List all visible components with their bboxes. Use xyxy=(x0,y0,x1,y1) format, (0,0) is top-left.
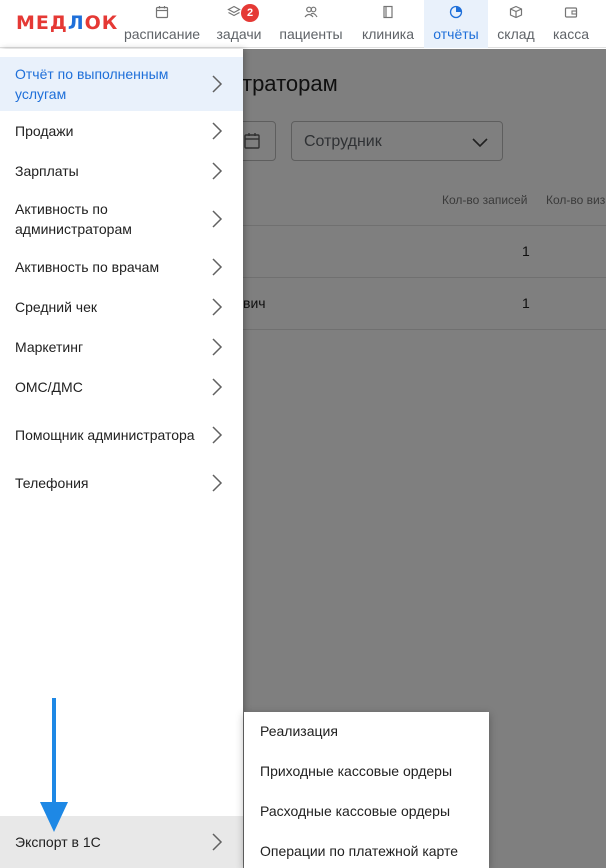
export-1c-submenu: Реализация Приходные кассовые ордеры Рас… xyxy=(244,712,489,868)
logo-text-red-2: ОК xyxy=(84,12,119,34)
drawer-item-label: Продажи xyxy=(15,123,74,139)
annotation-arrow-down-icon xyxy=(40,698,68,832)
chevron-right-icon xyxy=(212,122,223,140)
drawer-item-services-report[interactable]: Отчёт по выполненным услугам xyxy=(0,57,243,111)
logo-text-red-1: МЕД xyxy=(16,12,68,34)
drawer-item-label: Активность по администраторам xyxy=(15,201,132,237)
drawer-item-label: Средний чек xyxy=(15,299,98,315)
medlok-logo[interactable]: МЕД Л ОК xyxy=(16,11,118,35)
chevron-right-icon xyxy=(212,298,223,316)
nav-label-cashbox: касса xyxy=(552,26,589,42)
chart-pie-icon xyxy=(449,5,463,19)
drawer-item-marketing[interactable]: Маркетинг xyxy=(0,327,243,367)
drawer-item-label: Телефония xyxy=(15,475,89,491)
wallet-icon xyxy=(564,7,578,18)
drawer-item-sales[interactable]: Продажи xyxy=(0,111,243,151)
drawer-item-salaries[interactable]: Зарплаты xyxy=(0,151,243,191)
nav-label-clinic: клиника xyxy=(361,26,415,42)
nav-item-reports[interactable]: отчёты xyxy=(424,0,488,48)
box-icon xyxy=(509,5,523,19)
chevron-right-icon xyxy=(212,338,223,356)
chevron-right-icon xyxy=(212,378,223,396)
chevron-right-icon xyxy=(212,210,223,228)
nav-item-schedule[interactable]: расписание xyxy=(116,0,208,48)
submenu-item-outgoing-cash-orders[interactable]: Расходные кассовые ордеры xyxy=(260,803,450,819)
drawer-item-doctor-activity[interactable]: Активность по врачам xyxy=(0,247,243,287)
drawer-item-label: Отчёт по выполненным услугам xyxy=(15,66,169,102)
drawer-item-oms-dms[interactable]: ОМС/ДМС xyxy=(0,367,243,407)
drawer-item-label: Помощник администратора xyxy=(15,427,195,443)
top-navigation-bar: МЕД Л ОК расписание 2 задачи пациенты клин… xyxy=(0,0,606,48)
chevron-right-icon xyxy=(212,833,223,851)
drawer-item-admin-assistant[interactable]: Помощник администратора xyxy=(0,407,243,463)
nav-item-patients[interactable]: пациенты xyxy=(270,0,352,48)
nav-item-tasks[interactable]: 2 задачи xyxy=(208,0,270,48)
people-icon xyxy=(304,6,318,18)
calendar-icon xyxy=(155,6,169,19)
drawer-item-label: Маркетинг xyxy=(15,339,84,355)
nav-label-reports: отчёты xyxy=(433,26,479,42)
submenu-item-realization[interactable]: Реализация xyxy=(260,723,338,739)
drawer-item-telephony[interactable]: Телефония xyxy=(0,463,243,503)
drawer-item-label: ОМС/ДМС xyxy=(15,379,83,395)
nav-label-patients: пациенты xyxy=(279,26,343,42)
drawer-item-label: Активность по врачам xyxy=(15,259,160,275)
tasks-badge: 2 xyxy=(241,4,259,22)
nav-item-clinic[interactable]: клиника xyxy=(352,0,424,48)
chevron-right-icon xyxy=(212,75,223,93)
chevron-right-icon xyxy=(212,474,223,492)
drawer-item-average-check[interactable]: Средний чек xyxy=(0,287,243,327)
nav-item-warehouse[interactable]: склад xyxy=(488,0,544,48)
drawer-item-admin-activity[interactable]: Активность по администраторам xyxy=(0,191,243,247)
layers-icon xyxy=(227,5,241,17)
nav-label-tasks: задачи xyxy=(216,26,262,42)
drawer-item-label: Экспорт в 1С xyxy=(15,834,101,850)
chevron-right-icon xyxy=(212,426,223,444)
logo-text-blue: Л xyxy=(67,12,85,34)
chevron-right-icon xyxy=(212,162,223,180)
book-icon xyxy=(383,5,393,19)
submenu-item-card-operations[interactable]: Операции по платежной карте xyxy=(260,843,458,859)
drawer-item-label: Зарплаты xyxy=(15,163,79,179)
nav-item-cashbox[interactable]: касса xyxy=(544,0,598,48)
chevron-right-icon xyxy=(212,258,223,276)
submenu-item-incoming-cash-orders[interactable]: Приходные кассовые ордеры xyxy=(260,763,452,779)
nav-label-schedule: расписание xyxy=(123,26,201,42)
nav-label-warehouse: склад xyxy=(497,26,535,42)
main-nav: расписание 2 задачи пациенты клиника отч… xyxy=(116,0,598,48)
